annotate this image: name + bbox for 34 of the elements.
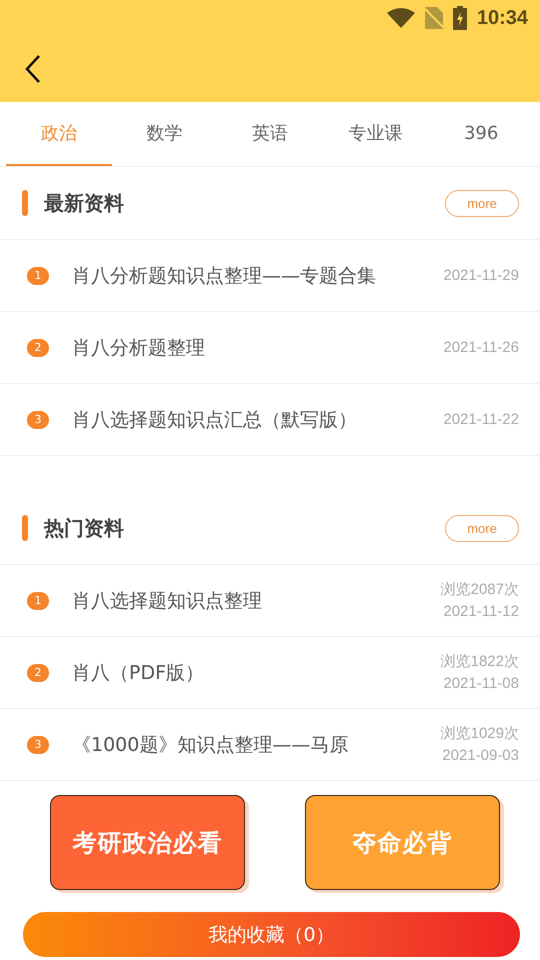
battery-charging-icon	[452, 6, 467, 30]
rank-badge: 1	[27, 266, 49, 284]
item-date: 2021-11-22	[443, 410, 519, 430]
item-title[interactable]: 肖八（PDF版）	[72, 660, 441, 686]
view-count: 浏览1822次	[440, 652, 519, 672]
status-time: 10:34	[476, 6, 528, 30]
rank-badge: 3	[27, 736, 49, 754]
item-title[interactable]: 《1000题》知识点整理——马原	[72, 732, 441, 758]
rank-badge: 2	[27, 338, 49, 356]
item-title[interactable]: 肖八分析题整理	[72, 334, 444, 360]
view-count: 浏览2087次	[440, 580, 519, 600]
tab[interactable]: 专业课	[322, 102, 428, 166]
tab[interactable]: 数学	[112, 102, 218, 166]
tab[interactable]: 英语	[217, 102, 323, 166]
item-date: 2021-11-12	[443, 602, 519, 622]
rank-badge: 2	[27, 664, 49, 682]
section-title: 热门资料	[44, 514, 125, 542]
section-marker	[22, 515, 28, 541]
no-sim-icon	[424, 7, 443, 29]
tab[interactable]: 396	[428, 102, 534, 166]
section-marker	[22, 190, 28, 216]
view-count: 浏览1029次	[440, 724, 519, 744]
item-date: 2021-11-29	[443, 266, 519, 286]
favorites-button[interactable]: 我的收藏（0）	[23, 912, 520, 957]
item-title[interactable]: 肖八选择题知识点整理	[72, 588, 441, 614]
wifi-icon	[386, 8, 415, 28]
section-title: 最新资料	[44, 190, 125, 216]
rank-badge: 1	[27, 592, 49, 610]
item-date: 2021-09-03	[442, 746, 519, 766]
item-date: 2021-11-26	[443, 338, 519, 358]
rank-badge: 3	[27, 410, 49, 428]
item-title[interactable]: 肖八选择题知识点汇总（默写版）	[72, 406, 444, 432]
item-title[interactable]: 肖八分析题知识点整理——专题合集	[72, 262, 444, 288]
item-date: 2021-11-08	[443, 674, 519, 694]
